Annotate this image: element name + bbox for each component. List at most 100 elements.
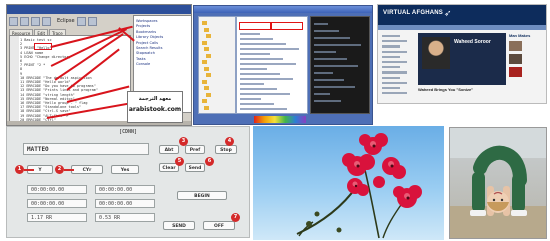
folder-icon[interactable] <box>204 86 209 90</box>
debug-icon[interactable] <box>87 16 97 26</box>
video-thumbnail[interactable] <box>509 54 522 64</box>
time-field: 00:00:00.00 <box>27 185 87 194</box>
window-titlebar <box>194 6 372 13</box>
sidebar-link[interactable] <box>382 60 407 64</box>
console-panel <box>310 16 370 114</box>
send-button[interactable]: SEND <box>163 221 195 230</box>
folder-icon[interactable] <box>204 47 209 51</box>
color-palette[interactable] <box>254 116 306 123</box>
annotation-arrow <box>64 169 74 171</box>
send-small-button[interactable]: Send <box>185 163 205 172</box>
line-gutter <box>10 36 19 124</box>
code-line: 12 ERRCODE "Do you have to programs" <box>20 84 96 89</box>
caption-arabic: معهد الترجمة <box>138 96 172 102</box>
featured-subtitle: Waheed Brings You "Sonize" <box>418 87 474 92</box>
panel-item[interactable]: Console <box>136 62 150 66</box>
folder-icon[interactable] <box>204 66 209 71</box>
sidebar-link[interactable] <box>382 76 400 79</box>
begin-button[interactable]: BEGIN <box>177 191 227 200</box>
file-tree[interactable] <box>198 16 236 114</box>
console-line <box>314 100 341 102</box>
folder-icon[interactable] <box>202 40 207 45</box>
step-badge: 4 <box>225 137 234 146</box>
console-line <box>314 44 361 46</box>
ide-screenshot <box>193 5 373 125</box>
print-icon[interactable] <box>42 16 51 26</box>
code-editor[interactable]: 1 Basic test sc 2 3 PRINT "Hello" 4 LEAN na… <box>9 35 131 125</box>
folder-icon[interactable] <box>206 92 211 97</box>
folder-icon[interactable] <box>202 99 207 103</box>
site-logo[interactable]: VIRTUAL AFGHANS <box>383 10 443 16</box>
sidebar-link[interactable] <box>382 66 400 69</box>
folder-icon[interactable] <box>202 21 207 25</box>
console-line <box>314 65 358 67</box>
text-line <box>240 108 287 110</box>
off-button[interactable]: OFF <box>203 221 235 230</box>
folder-icon[interactable] <box>206 34 211 38</box>
sidebar-link[interactable] <box>382 45 400 48</box>
panel-item[interactable]: Library Objects <box>136 35 163 39</box>
panel-item[interactable]: Stopwatch <box>136 51 155 55</box>
yes-select[interactable]: Yes <box>111 165 139 174</box>
step-badge: 7 <box>231 213 240 222</box>
text-line <box>240 38 273 40</box>
abt-button[interactable]: Abt <box>159 145 179 154</box>
text-line <box>240 98 261 100</box>
sidebar-link[interactable] <box>382 55 400 58</box>
pref-button[interactable]: Pref <box>185 145 205 154</box>
ide-editor[interactable] <box>236 16 308 114</box>
step-badge: 1 <box>15 165 24 174</box>
right-heading: Man Makes <box>509 33 531 38</box>
stop-button[interactable]: Stop <box>215 145 237 154</box>
folder-icon[interactable] <box>202 60 207 64</box>
feature-text: Waheed Brings You "Sonize" <box>418 87 506 92</box>
sidebar-link[interactable] <box>382 81 407 84</box>
highlight-box <box>239 22 271 30</box>
panel-item[interactable]: Tasks <box>136 57 146 61</box>
text-line <box>240 58 283 60</box>
folder-icon[interactable] <box>206 53 211 58</box>
annotation-arrow <box>24 169 34 171</box>
step-badge: 2 <box>55 165 64 174</box>
text-line <box>240 33 260 35</box>
website-screenshot: VIRTUAL AFGHANS ➶ Waheed Soroor Waheed B… <box>377 4 547 104</box>
panel-item[interactable]: Workspaces <box>136 19 158 23</box>
sidebar-link[interactable] <box>382 92 407 95</box>
folder-icon[interactable] <box>204 105 209 110</box>
console-line <box>314 79 344 81</box>
sidebar-link[interactable] <box>382 40 407 43</box>
console-line <box>314 51 336 53</box>
text-line <box>240 73 280 75</box>
save-icon[interactable] <box>31 16 40 26</box>
code-line: 16 ERRCODE "Hello group - " flag <box>20 101 88 105</box>
cyr-select[interactable]: CYr <box>71 165 103 174</box>
open-file-icon[interactable] <box>20 16 29 26</box>
panel-item[interactable]: Search Results <box>136 46 162 50</box>
site-nav[interactable] <box>378 25 546 30</box>
code-line: 13 ERRCODE "Prints lines and program" <box>20 88 98 93</box>
step-badge: 5 <box>175 157 184 166</box>
folder-icon[interactable] <box>204 27 209 32</box>
child-illustration <box>450 128 546 238</box>
panel-item[interactable]: Project Calls <box>136 41 158 45</box>
editor-screenshot: Eclipse Resource Edit Trace 1 Basic test… <box>6 4 192 126</box>
sidebar-link[interactable] <box>382 86 400 90</box>
artist-photo <box>422 37 450 69</box>
step-badge: 6 <box>205 157 214 166</box>
text-line <box>240 83 264 85</box>
panel-item[interactable]: Projects <box>136 24 150 28</box>
video-thumbnail[interactable] <box>509 41 522 51</box>
sidebar-link[interactable] <box>382 71 407 74</box>
featured-artist[interactable]: Waheed Soroor <box>418 33 506 85</box>
run-icon[interactable] <box>76 16 86 26</box>
sidebar-link[interactable] <box>382 35 400 38</box>
panel-item[interactable]: Bookmarks <box>136 30 156 34</box>
text-line <box>240 93 290 95</box>
sidebar-link[interactable] <box>382 50 407 53</box>
highlight-box <box>34 43 52 50</box>
folder-icon[interactable] <box>202 79 207 84</box>
new-file-icon[interactable] <box>9 16 18 26</box>
folder-icon[interactable] <box>206 73 211 77</box>
video-thumbnail[interactable] <box>509 67 522 77</box>
rate-field: 1.17 RR <box>27 213 87 222</box>
